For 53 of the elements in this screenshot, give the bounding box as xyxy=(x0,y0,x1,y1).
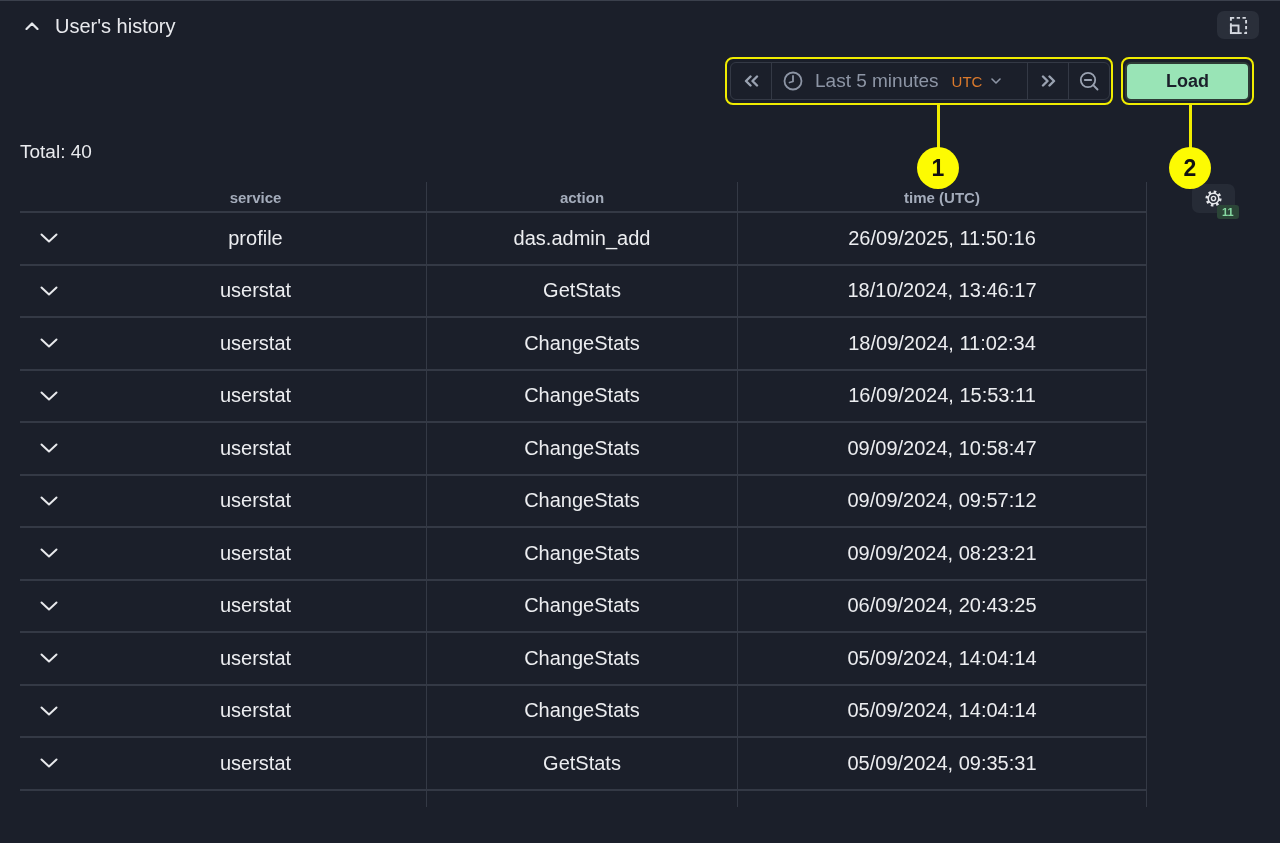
table-cell: 26/09/2025, 11:50:16 xyxy=(737,213,1147,266)
table-cell: 05/09/2024, 09:35:31 xyxy=(737,738,1147,791)
table-cell: userstat xyxy=(85,370,426,423)
table-cell: userstat xyxy=(85,475,426,528)
gear-icon xyxy=(1204,189,1223,208)
table-cell: GetStats xyxy=(426,265,737,318)
double-chevron-right-icon xyxy=(1040,75,1056,87)
table-cell: ChangeStats xyxy=(426,528,737,581)
expand-button[interactable] xyxy=(1217,11,1259,39)
chevron-down-icon xyxy=(991,78,1002,84)
table-cell: ChangeStats xyxy=(426,633,737,686)
table-cell: userstat xyxy=(85,633,426,686)
table-cell: 09/09/2024, 08:23:21 xyxy=(737,528,1147,581)
table-cell: ChangeStats xyxy=(426,580,737,633)
table-cell: GetStats xyxy=(426,738,737,791)
column-header: action xyxy=(426,182,737,213)
table-cell: ChangeStats xyxy=(426,685,737,738)
callout-marker: 2 xyxy=(1169,147,1211,189)
zoom-out-icon xyxy=(1079,71,1099,91)
column-header: service xyxy=(85,182,426,213)
table-cell: userstat xyxy=(85,685,426,738)
table-cell: das.admin_add xyxy=(426,213,737,266)
callout-leader xyxy=(937,105,940,148)
time-range-picker[interactable]: Last 5 minutes UTC xyxy=(771,63,1027,99)
column-count-badge: 11 xyxy=(1217,205,1239,219)
table-cell: 05/09/2024, 14:04:14 xyxy=(737,685,1147,738)
table-cell: userstat xyxy=(85,738,426,791)
panel-title: User's history xyxy=(55,14,176,38)
table-cell: 05/09/2024, 14:04:14 xyxy=(737,633,1147,686)
clock-icon xyxy=(783,71,803,91)
table-cell: userstat xyxy=(85,265,426,318)
table-cell: 16/09/2024, 15:53:11 xyxy=(737,370,1147,423)
callout-leader xyxy=(1189,105,1192,148)
table-cell: ChangeStats xyxy=(426,370,737,423)
table-cell: ChangeStats xyxy=(426,318,737,371)
table-cell: 18/10/2024, 13:46:17 xyxy=(737,265,1147,318)
table-cell: userstat xyxy=(85,423,426,476)
table-cell: ChangeStats xyxy=(426,423,737,476)
column-header: time (UTC) xyxy=(737,182,1147,213)
expand-icon xyxy=(1228,15,1248,35)
table-cell: 06/09/2024, 20:43:25 xyxy=(737,580,1147,633)
table-cell: ChangeStats xyxy=(426,475,737,528)
total-count: Total: 40 xyxy=(20,141,92,163)
table-cell: userstat xyxy=(85,528,426,581)
table-cell: userstat xyxy=(85,318,426,371)
callout-marker: 1 xyxy=(917,147,959,189)
load-button[interactable]: Load xyxy=(1125,62,1250,101)
table-cell: 09/09/2024, 09:57:12 xyxy=(737,475,1147,528)
table-cell: userstat xyxy=(85,580,426,633)
table-cell: 18/09/2024, 11:02:34 xyxy=(737,318,1147,371)
table-cell: profile xyxy=(85,213,426,266)
table-cell: 09/09/2024, 10:58:47 xyxy=(737,423,1147,476)
double-chevron-left-icon xyxy=(743,75,759,87)
